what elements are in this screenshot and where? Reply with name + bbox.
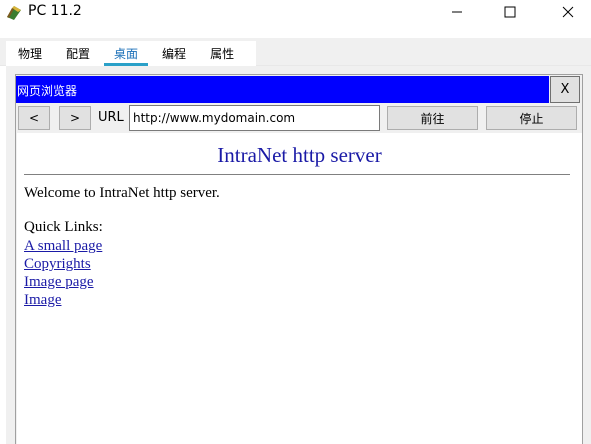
close-window-button[interactable]: [545, 0, 591, 24]
browser-close-button[interactable]: X: [550, 76, 580, 103]
tab-desktop[interactable]: 桌面: [102, 41, 150, 66]
browser-nav-row: < > URL 前往 停止: [16, 104, 582, 132]
page-heading: IntraNet http server: [217, 143, 382, 167]
url-label: URL: [98, 110, 124, 125]
tab-attributes[interactable]: 属性: [198, 41, 246, 66]
tab-config[interactable]: 配置: [54, 41, 102, 66]
quick-links-list: A small page Copyrights Image page Image: [24, 237, 102, 309]
go-button[interactable]: 前往: [387, 106, 478, 130]
pc-app-icon: [5, 3, 23, 21]
tab-strip: 物理 配置 桌面 编程 属性: [6, 41, 256, 66]
tab-programming[interactable]: 编程: [150, 41, 198, 66]
window-titlebar: PC 11.2: [0, 0, 591, 24]
desktop-content: 网页浏览器 X < > URL 前往 停止 IntraNet http serv…: [6, 66, 591, 444]
tab-physical[interactable]: 物理: [6, 41, 54, 66]
page-divider: [24, 174, 570, 175]
back-button[interactable]: <: [18, 106, 50, 130]
link-small-page[interactable]: A small page: [24, 237, 102, 255]
web-browser-panel: 网页浏览器 X < > URL 前往 停止 IntraNet http serv…: [15, 74, 583, 444]
minimize-icon: [452, 11, 462, 13]
welcome-text: Welcome to IntraNet http server.: [24, 185, 220, 201]
maximize-icon: [504, 6, 516, 18]
maximize-button[interactable]: [487, 0, 533, 24]
link-copyrights[interactable]: Copyrights: [24, 255, 102, 273]
stop-button[interactable]: 停止: [486, 106, 577, 130]
forward-button[interactable]: >: [59, 106, 91, 130]
quick-links-label: Quick Links:: [24, 219, 103, 235]
link-image-page[interactable]: Image page: [24, 273, 102, 291]
close-icon: [562, 6, 574, 18]
window-title: PC 11.2: [28, 3, 82, 19]
minimize-button[interactable]: [434, 0, 480, 24]
link-image[interactable]: Image: [24, 291, 102, 309]
browser-titlebar: 网页浏览器: [16, 76, 549, 103]
browser-title: 网页浏览器: [17, 84, 78, 98]
web-page-viewport: IntraNet http server Welcome to IntraNet…: [17, 133, 582, 444]
url-input[interactable]: [129, 105, 380, 131]
tab-bar: 物理 配置 桌面 编程 属性: [0, 38, 591, 66]
